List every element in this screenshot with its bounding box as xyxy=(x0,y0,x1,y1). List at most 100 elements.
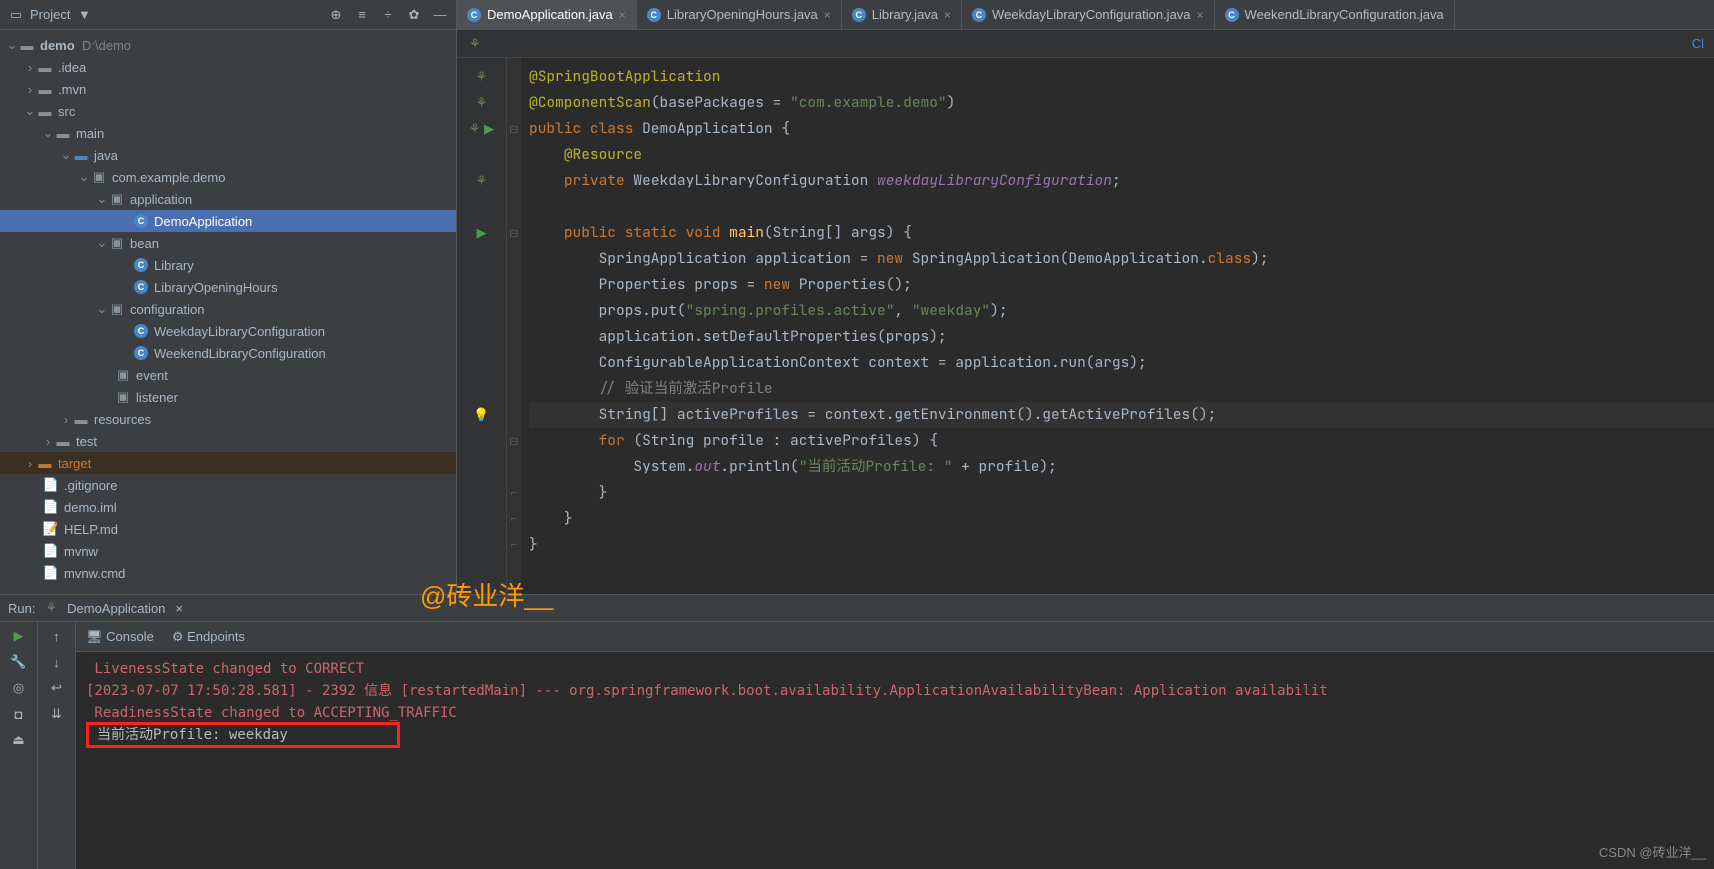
run-panel: Run: ⚘ DemoApplication × ▶ 🔧 ◎ ◘ ⏏ ↑ ↓ ↩… xyxy=(0,594,1714,869)
project-title[interactable]: Project xyxy=(30,7,70,22)
close-icon[interactable]: × xyxy=(824,8,831,22)
project-header: ▭ Project ▼ ⊕ ≡ ÷ ✿ — xyxy=(0,0,456,30)
spring-gutter-icon[interactable]: ⚘ xyxy=(476,95,488,111)
exit-icon[interactable]: ⏏ xyxy=(11,732,27,748)
locate-icon[interactable]: ⊕ xyxy=(328,7,344,23)
spring-gutter-icon[interactable]: ⚘ xyxy=(476,173,488,189)
tree-item[interactable]: 📄.gitignore xyxy=(0,474,456,496)
tree-item[interactable]: ⌄▣application xyxy=(0,188,456,210)
monitor-icon[interactable]: ◎ xyxy=(11,680,27,696)
endpoints-tab[interactable]: ⚙ Endpoints xyxy=(172,629,245,645)
tree-item[interactable]: ›▬test xyxy=(0,430,456,452)
tab-library[interactable]: CLibrary.java× xyxy=(842,0,962,29)
class-icon: C xyxy=(134,258,148,272)
fold-icon[interactable]: ⊟ xyxy=(507,428,521,454)
tab-weekendconfig[interactable]: CWeekendLibraryConfiguration.java xyxy=(1215,0,1455,29)
class-icon: C xyxy=(852,8,866,22)
highlighted-output: 当前活动Profile: weekday xyxy=(86,722,400,748)
tree-item[interactable]: ⌄▬java xyxy=(0,144,456,166)
run-header: Run: ⚘ DemoApplication × xyxy=(0,595,1714,622)
code-editor[interactable]: @SpringBootApplication @ComponentScan(ba… xyxy=(521,58,1714,594)
spring-gutter-icon[interactable]: ⚘ xyxy=(476,69,488,85)
tree-item[interactable]: ›▬target xyxy=(0,452,456,474)
hide-icon[interactable]: — xyxy=(432,7,448,23)
run-toolbar-left: ▶ 🔧 ◎ ◘ ⏏ xyxy=(0,622,38,869)
run-label: Run: xyxy=(8,601,35,616)
close-icon[interactable]: × xyxy=(944,8,951,22)
editor-tabs: CDemoApplication.java× CLibraryOpeningHo… xyxy=(457,0,1714,30)
console-output[interactable]: LivenessState changed to CORRECT [2023-0… xyxy=(76,652,1714,869)
scroll-icon[interactable]: ⇊ xyxy=(49,706,65,722)
tree-root[interactable]: ⌄▬demo D:\demo xyxy=(0,34,456,56)
tree-item[interactable]: ›▬.mvn xyxy=(0,78,456,100)
close-icon[interactable]: × xyxy=(619,8,626,22)
class-icon: C xyxy=(1225,8,1239,22)
spring-run-icon: ⚘ xyxy=(45,600,57,616)
class-icon: C xyxy=(134,214,148,228)
tree-item[interactable]: CWeekdayLibraryConfiguration xyxy=(0,320,456,342)
run-gutter-icon[interactable]: ▶ xyxy=(477,225,487,241)
tab-weekdayconfig[interactable]: CWeekdayLibraryConfiguration.java× xyxy=(962,0,1215,29)
camera-icon[interactable]: ◘ xyxy=(11,706,27,722)
tree-item[interactable]: ›▬.idea xyxy=(0,56,456,78)
tree-item[interactable]: CLibrary xyxy=(0,254,456,276)
tree-item[interactable]: ▣listener xyxy=(0,386,456,408)
dropdown-icon[interactable]: ▼ xyxy=(76,7,92,23)
console-tabs: 🖥 Console ⚙ Endpoints xyxy=(76,622,1714,652)
tree-item[interactable]: 📄demo.iml xyxy=(0,496,456,518)
run-gutter-icon[interactable]: ▶ xyxy=(484,121,494,137)
run-config-name[interactable]: DemoApplication xyxy=(67,601,165,616)
project-tree[interactable]: ⌄▬demo D:\demo ›▬.idea ›▬.mvn ⌄▬src ⌄▬ma… xyxy=(0,30,456,594)
watermark: @砖业洋__ xyxy=(420,576,553,613)
soft-wrap-icon[interactable]: ↩ xyxy=(49,680,65,696)
tree-item[interactable]: ⌄▣configuration xyxy=(0,298,456,320)
tree-item[interactable]: ⌄▣bean xyxy=(0,232,456,254)
tree-item[interactable]: ›▬resources xyxy=(0,408,456,430)
fold-end-icon[interactable]: ⌐ xyxy=(507,506,521,532)
root-path: D:\demo xyxy=(82,38,131,53)
class-icon: C xyxy=(134,346,148,360)
close-run-icon[interactable]: × xyxy=(175,601,183,616)
run-toolbar-right: ↑ ↓ ↩ ⇊ xyxy=(38,622,76,869)
tree-item[interactable]: ⌄▣com.example.demo xyxy=(0,166,456,188)
close-icon[interactable]: × xyxy=(1197,8,1204,22)
class-icon: C xyxy=(134,324,148,338)
fold-gutter: ⊟ ⊟ ⊟ ⌐ ⌐ ⌐ xyxy=(507,58,521,594)
tree-item[interactable]: ▣event xyxy=(0,364,456,386)
tree-item[interactable]: ⌄▬main xyxy=(0,122,456,144)
spring-icon[interactable]: ⚘ xyxy=(467,36,483,52)
tree-item[interactable]: 📄mvnw xyxy=(0,540,456,562)
fold-end-icon[interactable]: ⌐ xyxy=(507,532,521,558)
breadcrumb-text[interactable]: Cl xyxy=(1692,36,1704,51)
editor-area: CDemoApplication.java× CLibraryOpeningHo… xyxy=(457,0,1714,594)
tree-item[interactable]: 📝HELP.md xyxy=(0,518,456,540)
up-icon[interactable]: ↑ xyxy=(49,628,65,644)
class-icon: C xyxy=(134,280,148,294)
tree-item[interactable]: CWeekendLibraryConfiguration xyxy=(0,342,456,364)
tree-item-selected[interactable]: CDemoApplication xyxy=(0,210,456,232)
class-icon: C xyxy=(467,8,481,22)
fold-end-icon[interactable]: ⌐ xyxy=(507,480,521,506)
down-icon[interactable]: ↓ xyxy=(49,654,65,670)
bulb-icon[interactable]: 💡 xyxy=(473,407,489,423)
gutter: ⚘ ⚘ ⚘ ▶ ⚘ ▶ 💡 xyxy=(457,58,507,594)
expand-icon[interactable]: ≡ xyxy=(354,7,370,23)
project-sidebar: ▭ Project ▼ ⊕ ≡ ÷ ✿ — ⌄▬demo D:\demo ›▬.… xyxy=(0,0,457,594)
fold-icon[interactable]: ⊟ xyxy=(507,220,521,246)
tab-demoapplication[interactable]: CDemoApplication.java× xyxy=(457,0,637,29)
console-tab[interactable]: 🖥 Console xyxy=(86,629,154,645)
csdn-watermark: CSDN @砖业洋__ xyxy=(1599,842,1706,861)
class-icon: C xyxy=(647,8,661,22)
tree-item[interactable]: 📄mvnw.cmd xyxy=(0,562,456,584)
rerun-icon[interactable]: ▶ xyxy=(14,628,24,644)
wrench-icon[interactable]: 🔧 xyxy=(11,654,27,670)
tree-item[interactable]: ⌄▬src xyxy=(0,100,456,122)
tab-libraryopeninghours[interactable]: CLibraryOpeningHours.java× xyxy=(637,0,842,29)
tree-item[interactable]: CLibraryOpeningHours xyxy=(0,276,456,298)
spring-gutter-icon[interactable]: ⚘ xyxy=(469,121,481,137)
collapse-icon[interactable]: ÷ xyxy=(380,7,396,23)
root-name: demo xyxy=(40,38,75,53)
class-icon: C xyxy=(972,8,986,22)
settings-icon[interactable]: ✿ xyxy=(406,7,422,23)
fold-icon[interactable]: ⊟ xyxy=(507,116,521,142)
